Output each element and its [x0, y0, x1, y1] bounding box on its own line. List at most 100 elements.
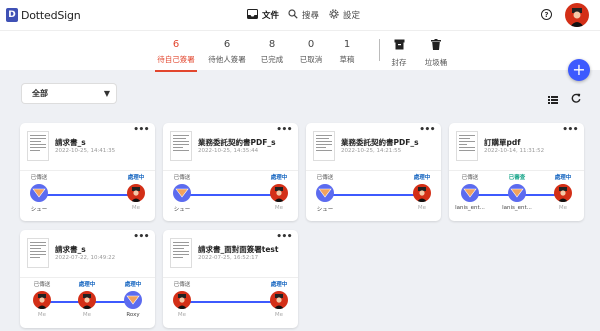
list-view-icon[interactable]: [548, 89, 558, 108]
document-title: 請求書_s: [55, 138, 86, 147]
signer-flow: 已傳送 シュー 處理中 Me: [306, 173, 441, 219]
signer-name: シュー: [316, 207, 334, 213]
document-date: 2022-10-14, 11:31:52: [484, 148, 545, 154]
card-divider: [20, 277, 155, 278]
document-date: 2022-10-25, 14:35:44: [198, 148, 259, 154]
tab-count: 6: [223, 39, 231, 50]
signer-status: 已傳送: [30, 175, 48, 181]
tab-label: 待自己簽署: [157, 55, 195, 64]
document-title: 請求書_s: [55, 245, 86, 254]
signer-avatar: [461, 184, 479, 202]
more-options-icon[interactable]: •••: [562, 125, 578, 135]
signer-node: 已傳送 Me: [22, 280, 62, 318]
gear-icon: [329, 8, 339, 22]
signer-status: 已審查: [508, 175, 526, 181]
search-icon: [288, 8, 298, 22]
tab-count: 1: [343, 39, 351, 50]
inbox-icon: [247, 8, 258, 22]
signer-name: lanis_ent...: [455, 205, 485, 211]
tab-count: 6: [172, 39, 180, 50]
trash-icon: [411, 39, 461, 54]
more-options-icon[interactable]: •••: [133, 125, 149, 135]
signer-avatar: [30, 184, 48, 202]
filter-select[interactable]: 全部 ▼: [22, 84, 116, 103]
refresh-icon[interactable]: [571, 88, 581, 107]
nav-settings-label: 設定: [343, 11, 361, 21]
card-divider: [306, 170, 441, 171]
document-thumbnail: [313, 131, 335, 161]
signer-status: 處理中: [78, 282, 96, 288]
nav-documents[interactable]: 文件: [247, 8, 279, 22]
signer-node: 處理中 Me: [543, 173, 583, 211]
document-thumbnail: [27, 131, 49, 161]
app-logo[interactable]: D DottedSign: [6, 7, 81, 23]
document-date: 2022-07-22, 10:49:22: [55, 255, 116, 261]
signer-name: lanis_ent...: [502, 205, 532, 211]
tab-trash[interactable]: 垃圾桶: [411, 39, 461, 68]
card-divider: [163, 170, 298, 171]
filter-selected-value: 全部: [32, 89, 48, 98]
more-options-icon[interactable]: •••: [419, 125, 435, 135]
signer-avatar: [173, 291, 191, 309]
document-date: 2022-07-25, 16:52:17: [198, 255, 259, 261]
signer-flow: 已傳送 Me 處理中 Me 處理中 Roxy: [20, 280, 155, 326]
signer-name: Me: [37, 312, 47, 318]
document-date: 2022-10-25, 14:41:35: [55, 148, 116, 154]
document-card[interactable]: 訂購單pdf 2022-10-14, 11:31:52 ••• 已傳送 lani…: [449, 123, 584, 221]
document-title: 訂購單pdf: [484, 138, 521, 147]
user-avatar[interactable]: [565, 3, 589, 27]
signer-status: 已傳送: [173, 282, 191, 288]
signer-avatar: [270, 291, 288, 309]
help-icon[interactable]: ?: [541, 9, 552, 20]
document-card[interactable]: 請求書_面對面簽署test 2022-07-25, 16:52:17 ••• 已…: [163, 230, 298, 328]
user-avatar-icon: [570, 8, 584, 27]
tab-label: 垃圾桶: [424, 58, 448, 67]
tab-drafts[interactable]: 1 草稿: [322, 39, 372, 65]
signer-name: Me: [131, 205, 141, 211]
signer-flow: 已傳送 lanis_ent... 已審查 lanis_ent... 處理中 Me: [449, 173, 584, 219]
signer-avatar: [508, 184, 526, 202]
signer-avatar: [33, 291, 51, 309]
tab-waiting-others[interactable]: 6 待他人簽署: [202, 39, 252, 65]
add-document-button[interactable]: +: [568, 59, 590, 81]
document-title: 業務委託契約書PDF_s: [341, 138, 419, 147]
signer-node: 處理中 Roxy: [113, 280, 153, 318]
document-card[interactable]: 業務委託契約書PDF_s 2022-10-25, 14:21:55 ••• 已傳…: [306, 123, 441, 221]
nav-settings[interactable]: 設定: [329, 8, 360, 22]
logo-mark-icon: D: [6, 8, 18, 22]
tab-waiting-me[interactable]: 6 待自己簽署: [151, 39, 201, 72]
more-options-icon[interactable]: •••: [133, 232, 149, 242]
tab-label: 待他人簽署: [208, 55, 246, 64]
signer-flow: 已傳送 Me 處理中 Me: [163, 280, 298, 326]
document-card[interactable]: 請求書_s 2022-10-25, 14:41:35 ••• 已傳送 シュー 處…: [20, 123, 155, 221]
signer-avatar: [413, 184, 431, 202]
signer-node: 處理中 Me: [402, 173, 441, 211]
signer-node: 已傳送 Me: [163, 280, 202, 318]
top-navigation-bar: D DottedSign 文件 搜尋 設定 ?: [0, 0, 600, 30]
signer-flow: 已傳送 シュー 處理中 Me: [20, 173, 155, 219]
signer-node: 處理中 Me: [259, 280, 298, 318]
card-divider: [20, 170, 155, 171]
document-card[interactable]: 請求書_s 2022-07-22, 10:49:22 ••• 已傳送 Me 處理…: [20, 230, 155, 328]
more-options-icon[interactable]: •••: [276, 232, 292, 242]
signer-name: シュー: [30, 207, 48, 213]
signer-avatar: [270, 184, 288, 202]
signer-node: 已傳送 シュー: [20, 173, 59, 213]
document-card[interactable]: 業務委託契約書PDF_s 2022-10-25, 14:35:44 ••• 已傳…: [163, 123, 298, 221]
signer-name: Me: [274, 312, 284, 318]
signer-avatar: [554, 184, 572, 202]
chevron-down-icon: ▼: [103, 89, 110, 98]
document-title: 業務委託契約書PDF_s: [198, 138, 276, 147]
signer-avatar: [173, 184, 191, 202]
nav-search[interactable]: 搜尋: [288, 8, 319, 22]
signer-node: 處理中 Me: [67, 280, 107, 318]
signer-node: 已傳送 シュー: [163, 173, 202, 213]
signer-status: 已傳送: [316, 175, 334, 181]
document-thumbnail: [170, 131, 192, 161]
tab-label: 草稿: [339, 55, 355, 64]
signer-avatar: [127, 184, 145, 202]
signer-avatar: [78, 291, 96, 309]
more-options-icon[interactable]: •••: [276, 125, 292, 135]
signer-node: 已傳送 シュー: [306, 173, 345, 213]
signer-status: 處理中: [554, 175, 572, 181]
